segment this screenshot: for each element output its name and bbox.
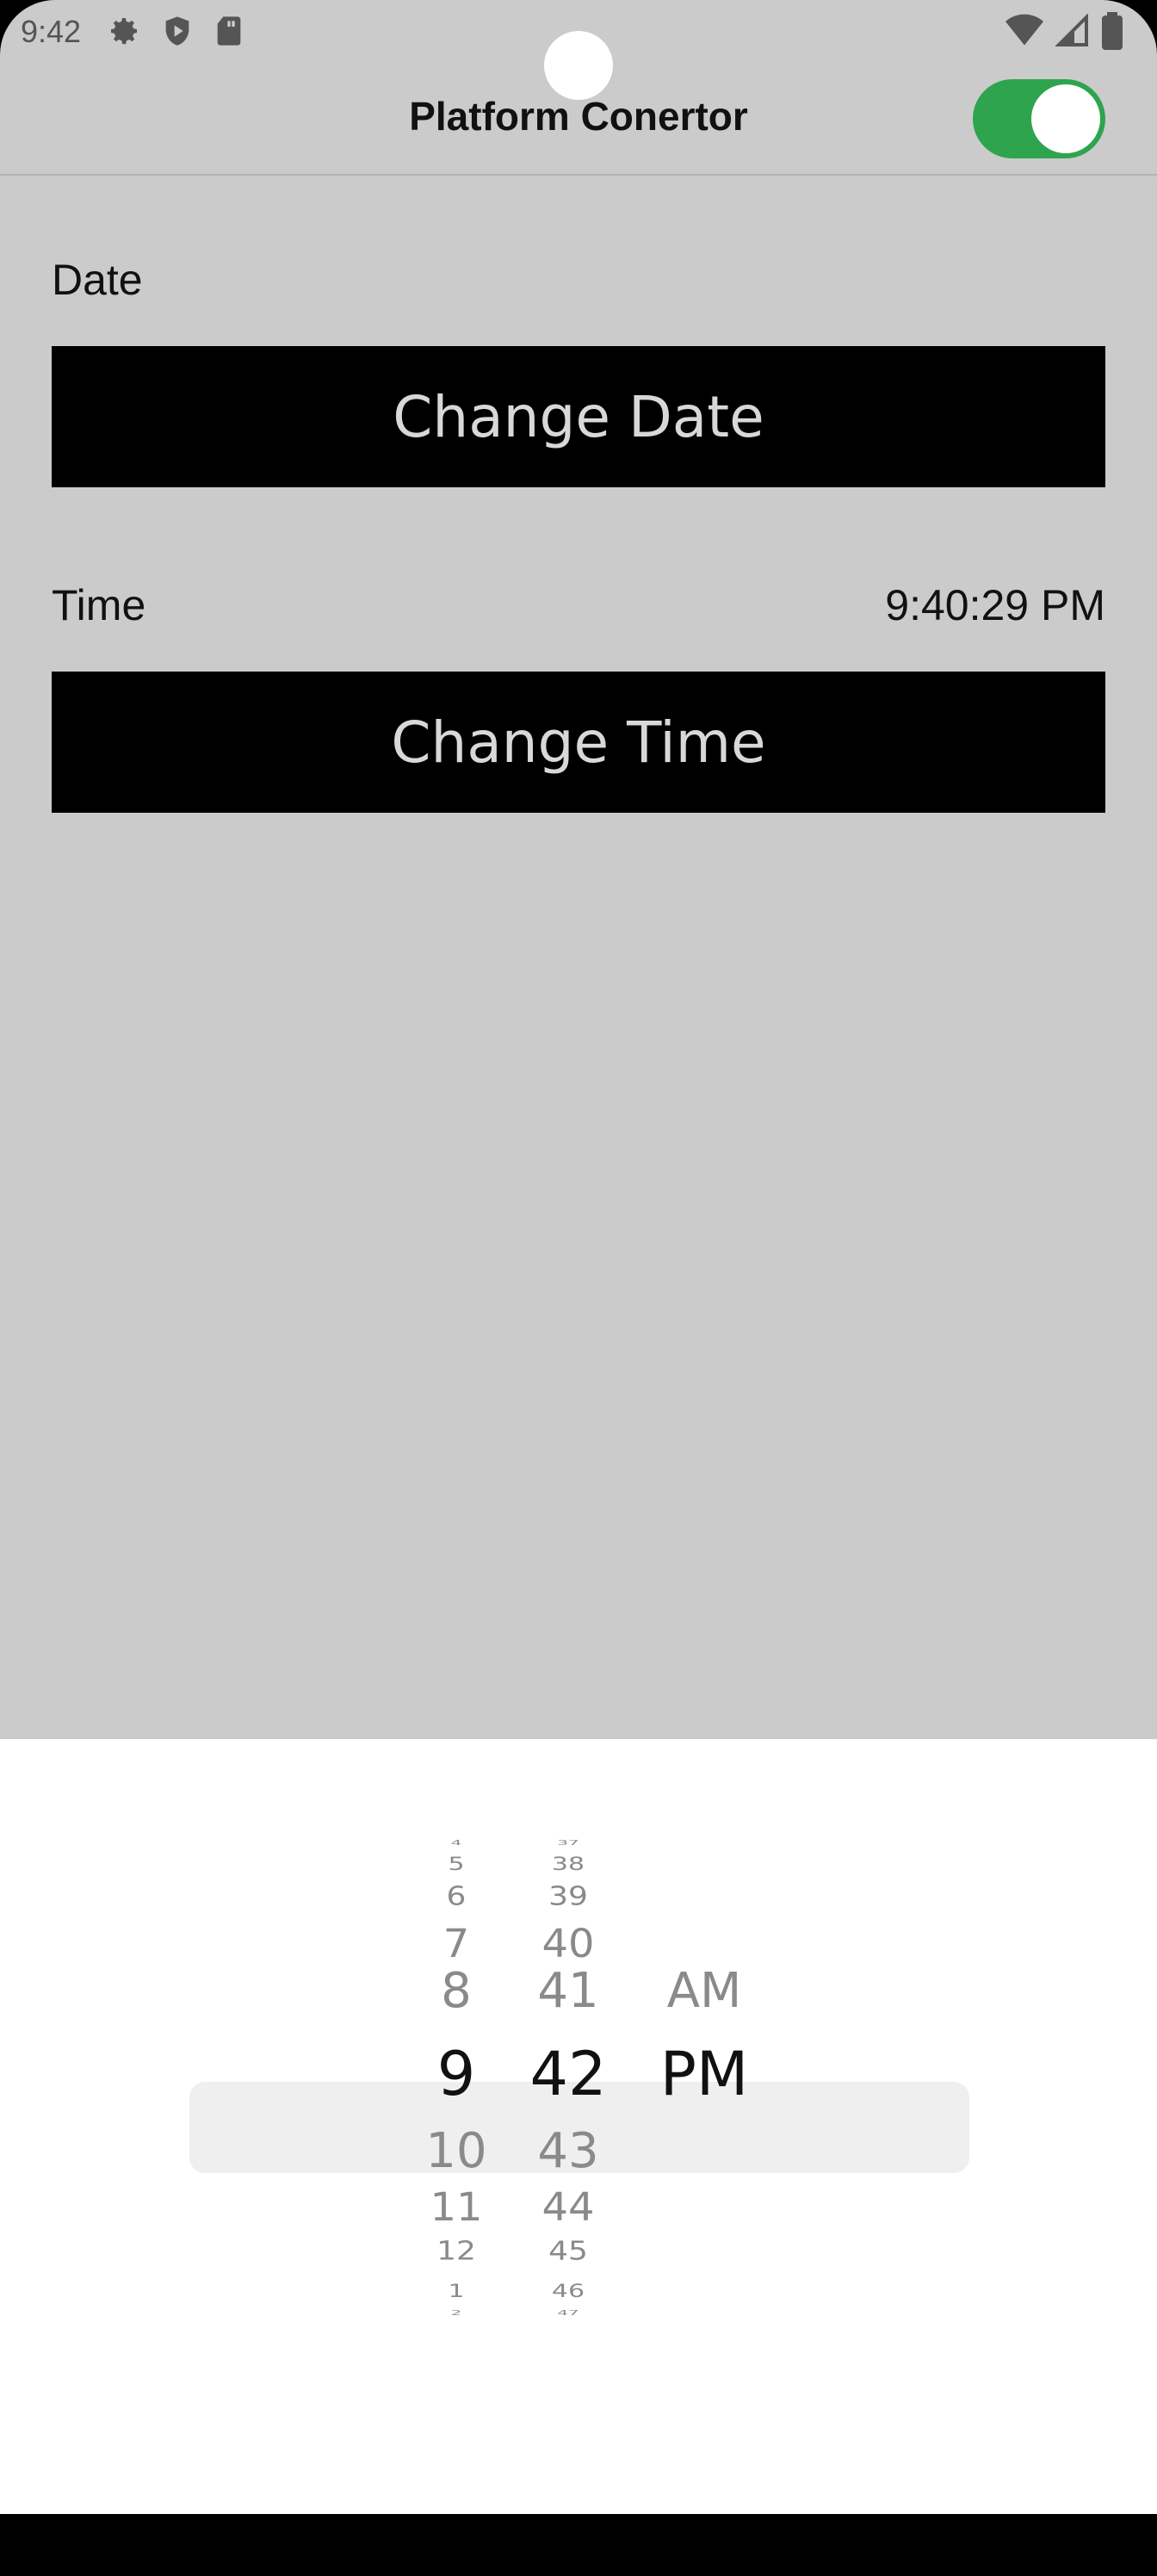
home-indicator[interactable] (441, 2411, 716, 2421)
status-icons-right (1005, 12, 1123, 54)
time-picker-sheet: 4 5 6 7 8 9 10 11 12 1 2 37 38 39 40 41 42 43 44 45 46 47 AM… (0, 1739, 1157, 2514)
period-option[interactable]: PM (660, 2039, 749, 2109)
time-label: Time (52, 581, 146, 629)
minute-option[interactable]: 47 (557, 2308, 578, 2317)
hour-option[interactable]: 9 (437, 2039, 476, 2109)
hour-option[interactable]: 7 (443, 1921, 470, 1966)
hour-option[interactable]: 2 (451, 2308, 462, 2317)
change-date-button[interactable]: Change Date (52, 346, 1105, 487)
toggle-knob (1031, 84, 1100, 153)
app-bar: Platform Conertor (0, 62, 1157, 176)
hour-option[interactable]: 12 (436, 2236, 476, 2266)
hour-option[interactable]: 6 (447, 1881, 467, 1911)
minute-option[interactable]: 40 (541, 1921, 594, 1966)
hour-option[interactable]: 11 (430, 2184, 482, 2230)
change-time-button[interactable]: Change Time (52, 672, 1105, 813)
minute-option[interactable]: 43 (537, 2123, 598, 2179)
gear-icon (107, 14, 141, 53)
minute-option[interactable]: 42 (529, 2039, 606, 2109)
hour-option[interactable]: 5 (448, 1854, 464, 1875)
time-value: 9:40:29 PM (885, 581, 1105, 629)
minute-option[interactable]: 37 (557, 1838, 578, 1847)
date-label: Date (52, 256, 143, 304)
app-screen: 9:42 Platform Conertor Date Change Date … (0, 0, 1157, 2576)
battery-icon (1102, 12, 1123, 54)
sd-card-icon (213, 14, 244, 53)
hour-option[interactable]: 8 (441, 1963, 472, 2019)
status-time: 9:42 (21, 14, 82, 49)
platform-toggle[interactable] (973, 79, 1105, 158)
navigation-bar (0, 2514, 1157, 2576)
hour-option[interactable]: 10 (425, 2123, 486, 2179)
minute-option[interactable]: 41 (537, 1963, 598, 2019)
status-icons-left (107, 14, 244, 53)
shield-icon (160, 14, 195, 53)
minute-option[interactable]: 46 (552, 2281, 585, 2302)
minute-option[interactable]: 39 (548, 1881, 588, 1911)
cell-signal-icon (1055, 13, 1090, 53)
minute-option[interactable]: 45 (548, 2236, 588, 2266)
hour-option[interactable]: 4 (451, 1838, 462, 1847)
period-option[interactable]: AM (667, 1963, 742, 2019)
minute-option[interactable]: 44 (541, 2184, 594, 2230)
wifi-icon (1005, 14, 1043, 53)
hour-option[interactable]: 1 (448, 2281, 464, 2302)
minute-option[interactable]: 38 (552, 1854, 585, 1875)
